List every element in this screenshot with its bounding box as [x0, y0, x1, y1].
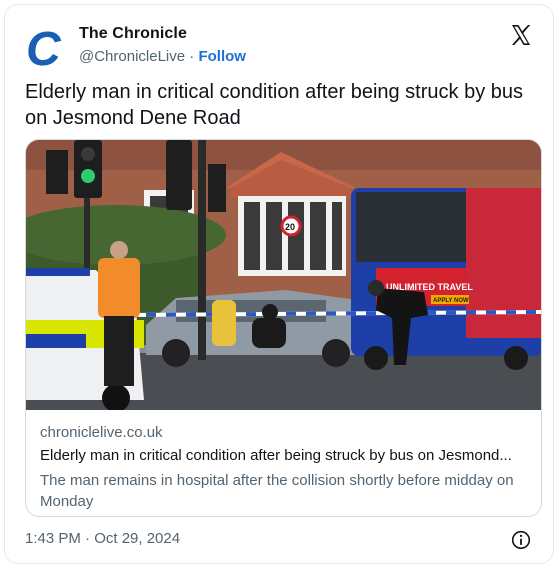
- author-name[interactable]: The Chronicle: [79, 25, 246, 43]
- author-block: The Chronicle @ChronicleLive · Follow: [79, 25, 246, 65]
- link-title[interactable]: Elderly man in critical condition after …: [40, 447, 529, 464]
- tweet-footer: 1:43 PM · Oct 29, 2024: [25, 530, 537, 552]
- handle-row: @ChronicleLive · Follow: [79, 48, 246, 65]
- follow-button[interactable]: Follow: [198, 48, 246, 65]
- bus-ad-button: APPLY NOW: [433, 298, 469, 304]
- timestamp[interactable]: 1:43 PM · Oct 29, 2024: [25, 530, 180, 547]
- author-handle[interactable]: @ChronicleLive: [79, 48, 185, 65]
- separator: ·: [185, 48, 199, 65]
- link-preview-card[interactable]: UNLIMITED TRAVEL APPLY NOW 20 chroniclel…: [25, 139, 542, 517]
- tweet-card: C The Chronicle @ChronicleLive · Follow …: [4, 4, 554, 564]
- article-photo: UNLIMITED TRAVEL APPLY NOW 20: [26, 140, 541, 410]
- speed-sign: 20: [285, 222, 295, 232]
- link-domain: chroniclelive.co.uk: [40, 424, 163, 441]
- info-icon[interactable]: [511, 530, 531, 550]
- logo-letter: C: [26, 25, 62, 71]
- link-description: The man remains in hospital after the co…: [40, 472, 514, 510]
- chronicle-logo[interactable]: C: [25, 25, 71, 71]
- tweet-header: C The Chronicle @ChronicleLive · Follow: [25, 21, 537, 73]
- link-meta: chroniclelive.co.uk Elderly man in criti…: [40, 424, 529, 512]
- x-logo-icon[interactable]: [509, 23, 533, 47]
- tweet-text: Elderly man in critical condition after …: [25, 81, 524, 129]
